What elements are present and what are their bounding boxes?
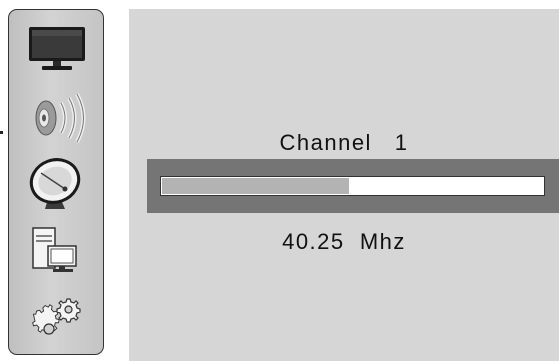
sidebar-menu: [8, 9, 104, 355]
pointer-dot: [0, 131, 3, 134]
speaker-sound-icon: [24, 93, 90, 143]
tv-icon: [26, 23, 88, 75]
satellite-dish-icon: [27, 155, 87, 213]
channel-scan-panel: Channel 1 40.25 Mhz: [129, 9, 559, 361]
gears-icon: [27, 293, 87, 349]
scan-progress-bar: [160, 176, 545, 196]
scan-progress-fill: [162, 178, 349, 194]
tv-osd-screen: Channel 1 40.25 Mhz: [0, 0, 559, 361]
sidebar-item-settings[interactable]: [9, 290, 105, 352]
computer-icon: [27, 224, 87, 280]
channel-number-label: Channel 1: [279, 130, 409, 155]
sidebar-item-tv[interactable]: [9, 18, 105, 80]
sidebar-item-sound[interactable]: [9, 87, 105, 149]
scan-progress-frame: [147, 159, 559, 213]
frequency-label: 40.25 Mhz: [282, 229, 406, 254]
sidebar-item-pc[interactable]: [9, 221, 105, 283]
sidebar-item-channel[interactable]: [9, 153, 105, 215]
